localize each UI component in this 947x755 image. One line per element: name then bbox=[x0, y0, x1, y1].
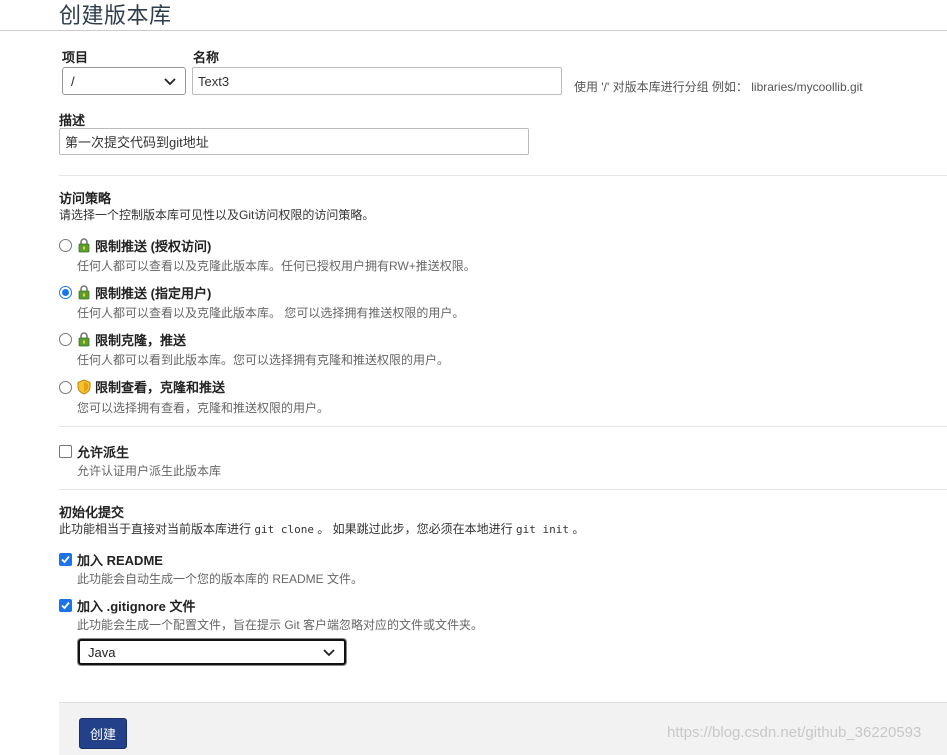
access-option-title: 限制克隆，推送 bbox=[95, 333, 187, 348]
checkmark-icon bbox=[61, 555, 70, 564]
init-desc-text: 。 如果跳过此步，您必须在本地进行 bbox=[317, 522, 513, 536]
lock-green-icon bbox=[78, 285, 90, 300]
access-option-desc: 您可以选择拥有查看，克隆和推送权限的用户。 bbox=[77, 401, 330, 415]
init-desc-code-clone: git clone bbox=[254, 523, 314, 536]
project-select-value: / bbox=[71, 73, 75, 89]
add-gitignore-title: 加入 .gitignore 文件 bbox=[77, 599, 196, 614]
lock-green-icon bbox=[78, 238, 90, 253]
project-label: 项目 bbox=[62, 50, 89, 65]
add-readme-title: 加入 README bbox=[77, 553, 163, 568]
init-commit-desc: 此功能相当于直接对当前版本库进行 git clone 。 如果跳过此步，您必须在… bbox=[59, 520, 584, 537]
access-option-title: 限制推送 (授权访问) bbox=[95, 239, 212, 254]
add-readme-desc: 此功能会自动生成一个您的版本库的 README 文件。 bbox=[77, 572, 364, 586]
access-radio-clone-push[interactable] bbox=[59, 333, 72, 346]
watermark: https://blog.csdn.net/github_36220593 bbox=[667, 724, 922, 741]
description-input-value: 第一次提交代码到git地址 bbox=[65, 135, 209, 150]
project-select[interactable]: / bbox=[62, 67, 186, 95]
section-divider bbox=[59, 426, 947, 427]
init-desc-text: 此功能相当于直接对当前版本库进行 bbox=[59, 522, 252, 536]
chevron-down-icon bbox=[323, 649, 335, 657]
title-divider bbox=[0, 30, 947, 31]
name-input[interactable]: Text3 bbox=[192, 67, 562, 95]
section-divider bbox=[59, 175, 947, 176]
access-option-desc: 任何人都可以看到此版本库。您可以选择拥有克隆和推送权限的用户。 bbox=[77, 353, 450, 367]
gitignore-template-select[interactable]: Java bbox=[78, 639, 346, 665]
shield-yellow-icon bbox=[77, 379, 91, 395]
name-label: 名称 bbox=[193, 50, 220, 65]
allow-fork-desc: 允许认证用户派生此版本库 bbox=[77, 464, 222, 478]
init-desc-code-init: git init bbox=[516, 523, 569, 536]
init-commit-title: 初始化提交 bbox=[59, 505, 125, 520]
chevron-down-icon bbox=[164, 78, 176, 86]
create-button[interactable]: 创建 bbox=[79, 718, 127, 749]
access-option-title: 限制查看，克隆和推送 bbox=[95, 380, 226, 395]
access-radio-named-push[interactable] bbox=[59, 286, 72, 299]
description-label: 描述 bbox=[59, 113, 86, 128]
allow-fork-title: 允许派生 bbox=[77, 445, 130, 460]
allow-fork-checkbox[interactable] bbox=[59, 445, 72, 458]
gitignore-template-value: Java bbox=[88, 644, 116, 660]
init-desc-text: 。 bbox=[572, 522, 585, 536]
access-option-desc: 任何人都可以查看以及克隆此版本库。 您可以选择拥有推送权限的用户。 bbox=[77, 306, 465, 320]
access-option-title: 限制推送 (指定用户) bbox=[95, 286, 212, 301]
name-hint: 使用 '/' 对版本库进行分组 例如： libraries/mycoollib.… bbox=[574, 80, 863, 94]
description-input[interactable]: 第一次提交代码到git地址 bbox=[59, 128, 529, 155]
add-gitignore-checkbox[interactable] bbox=[59, 599, 72, 612]
access-title: 访问策略 bbox=[59, 191, 112, 206]
lock-green-icon bbox=[78, 332, 90, 347]
access-subtitle: 请选择一个控制版本库可见性以及Git访问权限的访问策略。 bbox=[59, 208, 375, 222]
checkmark-icon bbox=[61, 601, 70, 610]
access-radio-view-clone-push[interactable] bbox=[59, 381, 72, 394]
name-input-value: Text3 bbox=[198, 73, 230, 89]
access-option-desc: 任何人都可以查看以及克隆此版本库。任何已授权用户拥有RW+推送权限。 bbox=[77, 259, 476, 273]
add-gitignore-desc: 此功能会生成一个配置文件，旨在提示 Git 客户端忽略对应的文件或文件夹。 bbox=[77, 618, 484, 632]
section-divider bbox=[59, 489, 947, 490]
add-readme-checkbox[interactable] bbox=[59, 553, 72, 566]
page-title: 创建版本库 bbox=[59, 4, 172, 29]
access-radio-authenticated-push[interactable] bbox=[59, 239, 72, 252]
